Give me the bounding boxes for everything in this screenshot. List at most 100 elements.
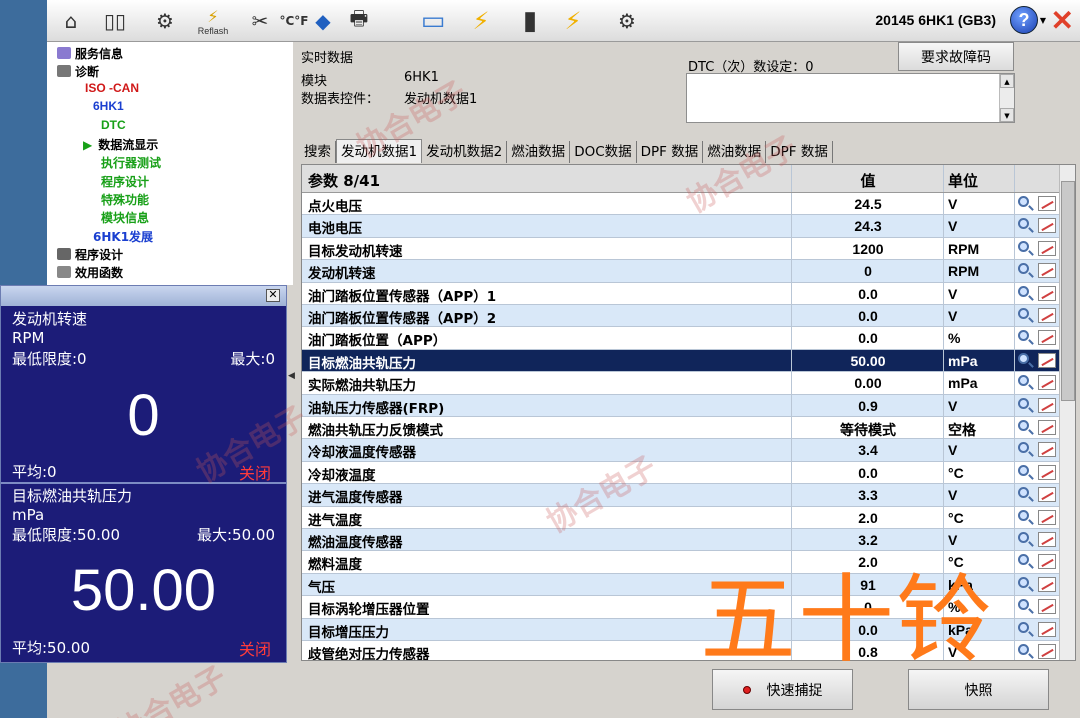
magnifier-icon[interactable] bbox=[1018, 352, 1029, 364]
magnifier-icon[interactable] bbox=[1018, 420, 1029, 431]
nav-data-display[interactable]: ▶ 数据流显示 bbox=[83, 136, 158, 153]
table-row[interactable]: 点火电压 24.5 V bbox=[302, 193, 1059, 216]
table-row[interactable]: 目标增压压力 0.0 kPa bbox=[302, 618, 1059, 641]
tab-doc-data[interactable]: DOC数据 bbox=[570, 141, 637, 163]
help-icon[interactable]: ? bbox=[1010, 6, 1038, 34]
tab-engine-data-2[interactable]: 发动机数据2 bbox=[422, 141, 508, 163]
collapse-arrow-icon[interactable]: ◀ bbox=[287, 365, 296, 387]
magnifier-icon[interactable] bbox=[1018, 532, 1029, 543]
table-row[interactable]: 燃油共轨压力反馈模式 等待模式 空格 bbox=[302, 417, 1059, 440]
graph-icon[interactable] bbox=[1038, 285, 1056, 301]
quick-capture-button[interactable]: 快速捕捉 bbox=[712, 669, 853, 710]
nav-actuator-test[interactable]: 执行器测试 bbox=[101, 154, 161, 171]
magnifier-icon[interactable] bbox=[1018, 464, 1029, 476]
graph-icon[interactable] bbox=[1038, 218, 1056, 234]
graph-icon[interactable] bbox=[1038, 375, 1056, 391]
table-scrollbar[interactable] bbox=[1059, 165, 1075, 660]
graph-icon[interactable] bbox=[1038, 532, 1056, 547]
request-dtc-button[interactable]: 要求故障码 bbox=[898, 42, 1014, 71]
magnifier-icon[interactable] bbox=[1018, 509, 1029, 521]
scroll-up-icon[interactable]: ▲ bbox=[1000, 74, 1014, 88]
tab-dpf-data[interactable]: DPF 数据 bbox=[637, 141, 704, 163]
tab-dpf-data-2[interactable]: DPF 数据 bbox=[766, 141, 833, 163]
table-row[interactable]: 目标燃油共轨压力 50.00 mPa bbox=[302, 349, 1059, 373]
table-row[interactable]: 油门踏板位置（APP） 0.0% bbox=[302, 327, 1059, 350]
table-row[interactable]: 油门踏板位置传感器（APP）1 0.0 V bbox=[302, 282, 1059, 305]
graph-icon[interactable] bbox=[1038, 442, 1056, 458]
tab-search[interactable]: 搜索 bbox=[300, 141, 336, 163]
graph-icon[interactable] bbox=[1038, 599, 1056, 615]
graph-icon[interactable] bbox=[1038, 420, 1056, 435]
vehicle-engine-icon[interactable]: ⚙ bbox=[607, 4, 647, 38]
tab-fuel-data-2[interactable]: 燃油数据 bbox=[703, 141, 767, 163]
table-row[interactable]: 油轨压力传感器(FRP) 0.9 V bbox=[302, 394, 1059, 417]
table-row[interactable]: 气压 91 kPa bbox=[302, 573, 1059, 597]
table-row[interactable]: 油门踏板位置传感器（APP）2 0.0 V bbox=[302, 305, 1059, 328]
gauge-close-button[interactable]: 关闭 bbox=[239, 636, 271, 660]
column-header-value[interactable]: 值 bbox=[793, 170, 943, 191]
nav-diagnosis[interactable]: 诊断 bbox=[57, 63, 99, 80]
nav-module-info[interactable]: 模块信息 bbox=[101, 209, 149, 226]
close-icon[interactable]: ✕ bbox=[1051, 4, 1074, 37]
table-row[interactable]: 燃料温度 2.0 °C bbox=[302, 551, 1059, 574]
graph-icon[interactable] bbox=[1038, 621, 1056, 637]
table-row[interactable]: 进气温度传感器 3.3 V bbox=[302, 484, 1059, 507]
nav-special-functions[interactable]: 特殊功能 bbox=[101, 191, 149, 208]
graph-icon[interactable] bbox=[1038, 487, 1056, 503]
nav-dtc[interactable]: DTC bbox=[101, 118, 126, 132]
magnifier-icon[interactable] bbox=[1018, 644, 1029, 655]
graph-icon[interactable] bbox=[1038, 397, 1056, 413]
magnifier-icon[interactable] bbox=[1018, 330, 1029, 342]
magnifier-icon[interactable] bbox=[1018, 487, 1029, 499]
nav-programming-sub[interactable]: 程序设计 bbox=[101, 173, 149, 190]
nav-service-info[interactable]: 服务信息 bbox=[57, 45, 123, 62]
table-row[interactable]: 电池电压 24.3 V bbox=[302, 215, 1059, 238]
table-row[interactable]: 发动机转速 0 RPM bbox=[302, 260, 1059, 283]
magnifier-icon[interactable] bbox=[1018, 196, 1029, 207]
nav-6hk1[interactable]: 6HK1 bbox=[93, 99, 124, 113]
snapshot-button[interactable]: 快照 bbox=[908, 669, 1049, 710]
nav-6hk1-dev[interactable]: 6HK1发展 bbox=[93, 228, 153, 245]
scrollbar-thumb[interactable] bbox=[1061, 181, 1075, 401]
graph-icon[interactable] bbox=[1038, 509, 1056, 525]
book-icon[interactable]: ▯▯ bbox=[95, 4, 135, 38]
graph-icon[interactable] bbox=[1038, 576, 1056, 592]
graph-icon[interactable] bbox=[1038, 308, 1056, 323]
magnifier-icon[interactable] bbox=[1018, 599, 1029, 611]
pressure-unit-icon[interactable]: ◆ bbox=[313, 4, 333, 38]
table-row[interactable]: 冷却液温度 0.0 °C bbox=[302, 461, 1059, 485]
graph-icon[interactable] bbox=[1038, 330, 1056, 346]
magnifier-icon[interactable] bbox=[1018, 218, 1029, 230]
tab-engine-data-1[interactable]: 发动机数据1 bbox=[336, 139, 423, 163]
reflash-button[interactable]: ⚡ Reflash bbox=[191, 4, 235, 38]
column-header-unit[interactable]: 单位 bbox=[948, 170, 978, 191]
table-row[interactable]: 进气温度 2.0 °C bbox=[302, 506, 1059, 529]
table-row[interactable]: 冷却液温度传感器 3.4 V bbox=[302, 439, 1059, 462]
magnifier-icon[interactable] bbox=[1018, 308, 1029, 319]
magnifier-icon[interactable] bbox=[1018, 576, 1029, 588]
dtc-scrollbar[interactable]: ▲ ▼ bbox=[999, 74, 1014, 122]
graph-icon[interactable] bbox=[1038, 240, 1056, 256]
magnifier-icon[interactable] bbox=[1018, 285, 1029, 297]
tab-fuel-data[interactable]: 燃油数据 bbox=[507, 141, 571, 163]
table-row[interactable]: 燃油温度传感器 3.2 V bbox=[302, 529, 1059, 552]
gauge-panel-titlebar[interactable]: ✕ bbox=[1, 286, 286, 306]
gauge-close-button[interactable]: 关闭 bbox=[239, 460, 271, 484]
home-icon[interactable]: ⌂ bbox=[55, 4, 87, 38]
magnifier-icon[interactable] bbox=[1018, 442, 1029, 454]
chevron-down-icon[interactable]: ▼ bbox=[1040, 16, 1046, 25]
table-row[interactable]: 目标发动机转速 1200 RPM bbox=[302, 237, 1059, 261]
printer-icon[interactable]: 🖶 bbox=[341, 4, 377, 38]
interface-device-icon[interactable]: ▮ bbox=[517, 4, 543, 38]
nav-programming[interactable]: 程序设计 bbox=[57, 246, 123, 263]
scroll-down-icon[interactable]: ▼ bbox=[1000, 108, 1014, 122]
dtc-list-box[interactable]: ▲ ▼ bbox=[686, 73, 1015, 123]
magnifier-icon[interactable] bbox=[1018, 375, 1029, 387]
nav-utilities[interactable]: 效用函数 bbox=[57, 264, 123, 281]
graph-icon[interactable] bbox=[1038, 644, 1056, 659]
engine-icon[interactable]: ⚙ bbox=[145, 4, 185, 38]
magnifier-icon[interactable] bbox=[1018, 554, 1029, 566]
table-row[interactable]: 歧管绝对压力传感器 0.8 V bbox=[302, 641, 1059, 660]
magnifier-icon[interactable] bbox=[1018, 263, 1029, 275]
gauge-panel-close-icon[interactable]: ✕ bbox=[266, 289, 280, 302]
